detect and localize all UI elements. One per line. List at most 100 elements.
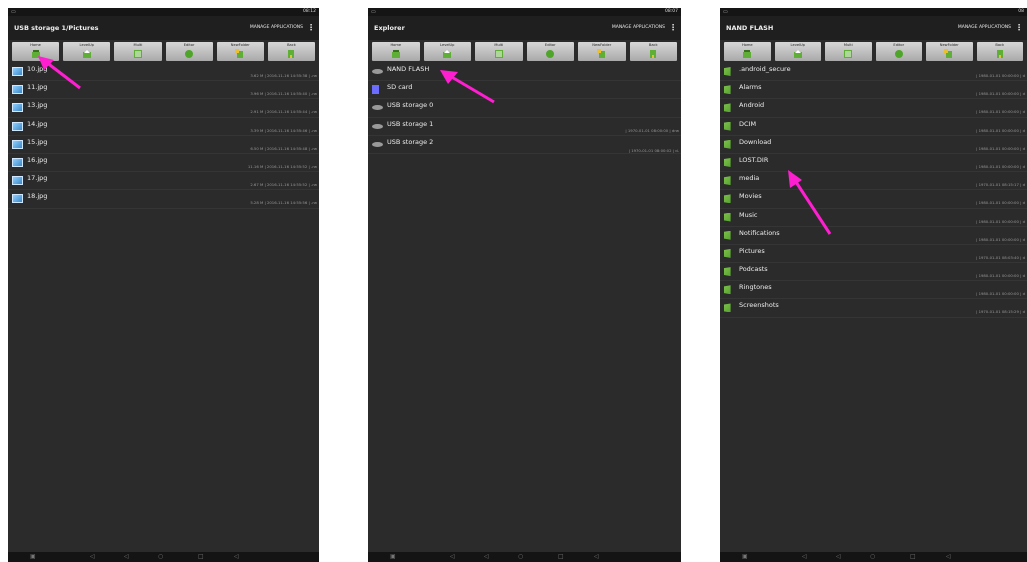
list-item[interactable]: Android | 1980-01-01 00:00:00 | d xyxy=(720,99,1027,118)
file-name: 14.jpg xyxy=(27,119,48,128)
home-button[interactable]: Home xyxy=(372,42,420,61)
list-item[interactable]: 15.jpg 6.50 M | 2016-11-16 14:55:48 | -rw xyxy=(8,136,319,154)
list-item[interactable]: DCIM | 1980-01-01 00:00:00 | d xyxy=(720,118,1027,136)
back-nav-icon[interactable]: ◁ xyxy=(836,553,841,561)
folder-name: Movies xyxy=(739,192,762,201)
newfolder-button[interactable]: NewFolder xyxy=(926,42,973,61)
volume-up-icon[interactable]: ◁ xyxy=(946,553,951,561)
volume-down-icon[interactable]: ◁ xyxy=(802,553,807,561)
newfolder-label: NewFolder xyxy=(592,43,612,47)
editor-button[interactable]: Editor xyxy=(165,42,213,61)
editor-button[interactable]: Editor xyxy=(875,42,922,61)
volume-down-icon[interactable]: ◁ xyxy=(450,553,455,561)
list-item[interactable]: Alarms | 1980-01-01 00:00:00 | d xyxy=(720,81,1027,100)
folder-meta: | 1980-01-01 00:00:00 | d xyxy=(976,91,1025,97)
status-time: 08 xyxy=(1018,9,1024,14)
list-item[interactable]: SD card xyxy=(368,81,681,100)
page-title: USB storage 1/Pictures xyxy=(14,24,99,32)
list-item[interactable]: NAND FLASH xyxy=(368,63,681,82)
multi-button[interactable]: Multi xyxy=(825,42,872,61)
volume-up-icon[interactable]: ◁ xyxy=(234,553,239,561)
drive-icon xyxy=(372,123,383,129)
home-label: Home xyxy=(390,43,402,47)
back-button[interactable]: Back xyxy=(976,42,1023,61)
recents-nav-icon[interactable]: □ xyxy=(558,553,564,561)
recents-nav-icon[interactable]: □ xyxy=(198,553,204,561)
list-item[interactable]: 16.jpg 11.16 M | 2016-11-16 14:55:52 | -r… xyxy=(8,154,319,173)
newfolder-button[interactable]: NewFolder xyxy=(216,42,264,61)
action-bar: Explorer MANAGE APPLICATIONS ⋮ xyxy=(368,16,681,40)
status-time: 08:07 xyxy=(665,9,678,14)
list-item[interactable]: Movies | 1980-01-01 00:00:00 | d xyxy=(720,190,1027,209)
back-label: Back xyxy=(287,43,296,47)
multi-label: Multi xyxy=(133,43,143,47)
newfolder-icon xyxy=(596,49,605,58)
overflow-menu-icon[interactable]: ⋮ xyxy=(307,16,315,40)
manage-applications-button[interactable]: MANAGE APPLICATIONS xyxy=(250,16,303,40)
editor-icon xyxy=(894,50,903,58)
list-item[interactable]: 14.jpg 3.39 M | 2016-11-16 14:55:46 | -rw xyxy=(8,118,319,136)
back-nav-icon[interactable]: ◁ xyxy=(484,553,489,561)
system-nav-bar: ▣ ◁ ◁ ○ □ ◁ xyxy=(720,552,1027,562)
multi-button[interactable]: Multi xyxy=(475,42,523,61)
back-nav-icon[interactable]: ◁ xyxy=(124,553,129,561)
list-item[interactable]: 17.jpg 2.67 M | 2016-11-16 14:55:52 | -rw xyxy=(8,172,319,191)
list-item[interactable]: Pictures | 1970-01-01 08:03:40 | d xyxy=(720,245,1027,264)
recents-nav-icon[interactable]: □ xyxy=(910,553,916,561)
list-item[interactable]: Notifications | 1980-01-01 00:00:00 | d xyxy=(720,227,1027,245)
overflow-menu-icon[interactable]: ⋮ xyxy=(1015,16,1023,40)
newfolder-icon xyxy=(944,49,953,58)
home-label: Home xyxy=(30,43,41,47)
storage-name: USB storage 2 xyxy=(387,137,434,146)
folder-meta: | 1980-01-01 00:00:00 | d xyxy=(976,109,1025,115)
list-item[interactable]: Music | 1980-01-01 00:00:00 | d xyxy=(720,209,1027,227)
levelup-button[interactable]: LevelUp xyxy=(63,42,111,61)
newfolder-button[interactable]: NewFolder xyxy=(578,42,626,61)
screenshot-icon[interactable]: ▣ xyxy=(742,553,748,561)
screenshot-icon[interactable]: ▣ xyxy=(390,553,396,561)
list-item[interactable]: LOST.DIR | 1980-01-01 00:00:00 | d xyxy=(720,154,1027,173)
folder-name: Music xyxy=(739,210,758,219)
folder-meta: | 1980-01-01 00:00:00 | d xyxy=(976,73,1025,78)
levelup-button[interactable]: LevelUp xyxy=(774,42,821,61)
folder-icon xyxy=(724,157,731,167)
home-nav-icon[interactable]: ○ xyxy=(518,553,523,561)
home-button[interactable]: Home xyxy=(12,42,60,61)
manage-applications-button[interactable]: MANAGE APPLICATIONS xyxy=(958,16,1011,40)
volume-down-icon[interactable]: ◁ xyxy=(90,553,95,561)
list-item[interactable]: USB storage 2 | 1970-01-01 08:00:02 | d- xyxy=(368,136,681,154)
back-button[interactable]: Back xyxy=(267,42,316,61)
list-item[interactable]: media | 1970-01-01 08:15:17 | d xyxy=(720,172,1027,191)
list-item[interactable]: Download | 1980-01-01 00:00:00 | d xyxy=(720,136,1027,154)
list-item[interactable]: USB storage 1 | 1970-01-01 08:00:00 | drw xyxy=(368,118,681,136)
list-item[interactable]: USB storage 0 xyxy=(368,99,681,118)
list-item[interactable]: 11.jpg 3.96 M | 2016-11-16 14:55:40 | -rw xyxy=(8,81,319,100)
overflow-menu-icon[interactable]: ⋮ xyxy=(669,16,677,40)
folder-name: Pictures xyxy=(739,246,765,255)
list-item[interactable]: 13.jpg 2.91 M | 2016-11-16 14:55:44 | -rw xyxy=(8,99,319,118)
folder-meta: | 1980-01-01 00:00:00 | d xyxy=(976,273,1025,279)
back-button[interactable]: Back xyxy=(629,42,677,61)
back-icon xyxy=(996,50,1003,58)
editor-button[interactable]: Editor xyxy=(526,42,574,61)
home-icon xyxy=(391,50,400,58)
home-button[interactable]: Home xyxy=(724,42,771,61)
newfolder-label: NewFolder xyxy=(939,43,959,47)
list-item[interactable]: Ringtones | 1980-01-01 00:00:00 | d xyxy=(720,281,1027,300)
home-nav-icon[interactable]: ○ xyxy=(158,553,163,561)
folder-name: Podcasts xyxy=(739,265,768,274)
manage-applications-button[interactable]: MANAGE APPLICATIONS xyxy=(612,16,665,40)
volume-up-icon[interactable]: ◁ xyxy=(594,553,599,561)
multi-button[interactable]: Multi xyxy=(114,42,162,61)
list-item[interactable]: Podcasts | 1980-01-01 00:00:00 | d xyxy=(720,263,1027,282)
levelup-button[interactable]: LevelUp xyxy=(423,42,471,61)
file-name: 13.jpg xyxy=(27,101,48,110)
list-item[interactable]: .android_secure | 1980-01-01 00:00:00 | d xyxy=(720,63,1027,82)
home-nav-icon[interactable]: ○ xyxy=(870,553,875,561)
screenshot-icon[interactable]: ▣ xyxy=(30,553,36,561)
folder-name: Screenshots xyxy=(739,301,779,310)
file-name: 15.jpg xyxy=(27,137,48,146)
list-item[interactable]: 18.jpg 5.28 M | 2016-11-16 14:55:56 | -rw xyxy=(8,190,319,209)
list-item[interactable]: 10.jpg 3.62 M | 2016-11-16 14:55:38 | -rw xyxy=(8,63,319,82)
list-item[interactable]: Screenshots | 1970-01-01 08:15:29 | d xyxy=(720,299,1027,318)
